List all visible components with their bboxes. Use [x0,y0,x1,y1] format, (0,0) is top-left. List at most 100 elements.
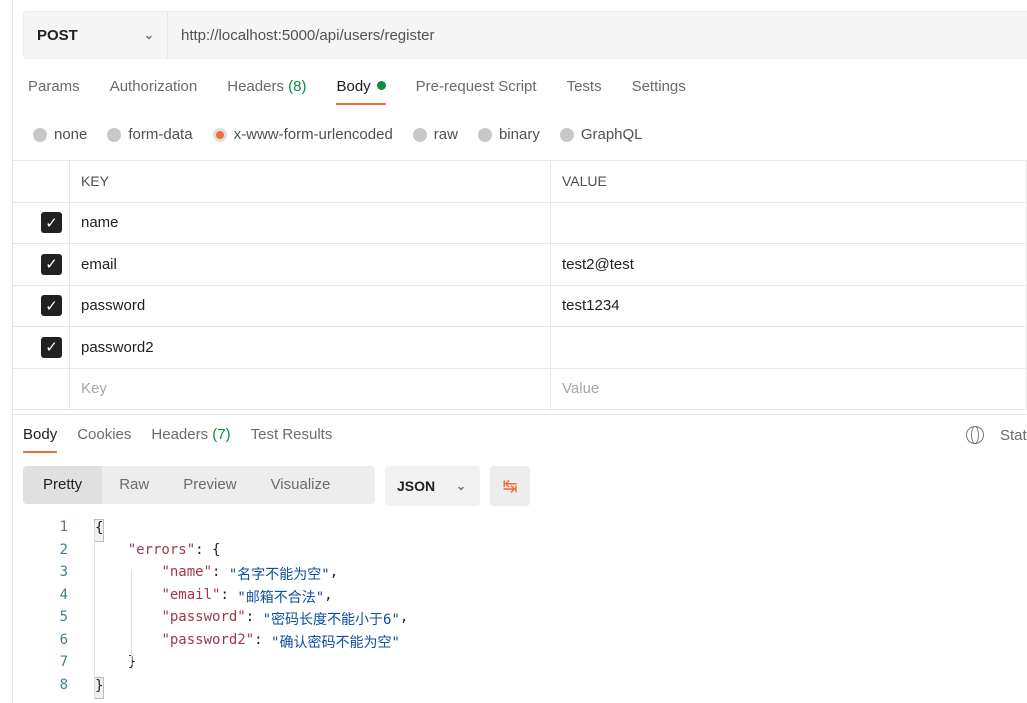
radio-label: x-www-form-urlencoded [233,126,393,143]
key-cell[interactable]: password [69,284,551,327]
line-number: 2 [59,541,68,558]
tab-label: Headers [227,78,284,95]
radio-icon [477,127,492,142]
tab-tests[interactable]: Tests [567,78,602,105]
radio-label: binary [498,126,540,143]
line-number: 6 [59,631,68,648]
radio-none[interactable]: none [33,126,87,143]
tab-body[interactable]: Body [336,78,386,105]
value-cell[interactable]: test2@test [550,243,1027,286]
response-tabs: Body Cookies Headers (7) Test Results [23,426,332,453]
header-check [12,160,70,203]
body-type-radios: none form-data x-www-form-urlencoded raw… [33,126,643,143]
url-bar: POST ⌄ http://localhost:5000/api/users/re… [23,11,1027,59]
brace: } [94,676,105,699]
table-row: ✓ name [12,201,1027,244]
radio-label: form-data [128,126,193,143]
wrap-lines-icon[interactable]: ↹ [490,466,530,506]
response-code: 1{ 2 "errors": { 3 "name": "名字不能为空", 4 "… [40,519,408,699]
view-visualize[interactable]: Visualize [254,466,348,504]
tab-test-results[interactable]: Test Results [251,426,333,453]
tab-response-headers[interactable]: Headers (7) [151,426,230,453]
line-number: 7 [59,654,68,670]
radio-icon [412,127,427,142]
radio-urlencoded[interactable]: x-www-form-urlencoded [212,126,393,143]
view-mode-toggle: Pretty Raw Preview Visualize [23,466,375,504]
json-key: "name" [161,564,213,580]
brace: { [94,519,105,542]
tab-settings[interactable]: Settings [632,78,686,105]
tab-label: Headers [151,426,209,443]
checkbox-checked-icon[interactable]: ✓ [41,253,62,275]
radio-label: none [54,126,88,143]
header-value: VALUE [550,160,1027,203]
divider [12,414,1027,415]
radio-icon [559,127,574,142]
radio-binary[interactable]: binary [477,126,540,143]
line-number: 3 [59,564,68,580]
header-key: KEY [69,160,551,203]
checkbox-checked-icon[interactable]: ✓ [41,295,62,317]
line-number: 1 [59,519,68,535]
line-number: 4 [59,586,68,603]
view-pretty[interactable]: Pretty [23,466,103,504]
key-placeholder[interactable]: Key [69,367,551,410]
tab-pre-request-script[interactable]: Pre-request Script [416,78,537,105]
tab-authorization[interactable]: Authorization [110,78,198,105]
radio-label: raw [433,126,458,143]
radio-raw[interactable]: raw [412,126,458,143]
view-raw[interactable]: Raw [102,466,166,504]
tab-cookies[interactable]: Cookies [77,426,131,453]
status-label: Stat [1000,426,1027,444]
key-cell[interactable]: email [69,243,551,286]
radio-graphql[interactable]: GraphQL [559,126,643,143]
key-cell[interactable]: name [69,201,551,244]
json-value: "邮箱不合法" [237,589,325,606]
line-number: 8 [59,676,68,693]
radio-form-data[interactable]: form-data [107,126,193,143]
value-cell[interactable]: test1234 [550,284,1027,327]
view-preview[interactable]: Preview [166,466,253,504]
json-value: "确认密码不能为空" [271,634,400,651]
indent-guide [94,523,95,699]
radio-icon [33,127,47,142]
request-tabs: Params Authorization Headers (8) Body Pr… [28,78,686,105]
json-key: "email" [161,586,221,603]
tab-params[interactable]: Params [28,78,80,105]
checkbox-checked-icon[interactable]: ✓ [41,212,62,234]
params-table: KEY VALUE ✓ name ✓ email test2@test ✓ passwor… [12,160,1027,410]
tab-response-body[interactable]: Body [23,426,58,453]
json-key: "password2" [161,631,255,648]
chevron-down-icon: ⌄ [455,479,466,493]
chevron-down-icon: ⌄ [143,28,154,42]
table-row: ✓ password2 [12,326,1027,369]
radio-icon [107,127,122,142]
url-input[interactable]: http://localhost:5000/api/users/register [168,27,434,44]
key-cell[interactable]: password2 [69,326,551,369]
headers-count: (8) [288,78,307,95]
json-value: "名字不能为空" [228,567,330,583]
body-indicator-dot [376,81,386,90]
tab-label: Body [336,78,371,95]
radio-selected-icon [212,127,227,142]
response-status: Stat [966,426,1027,444]
json-value: "密码长度不能小于6" [262,612,400,628]
radio-label: GraphQL [580,126,643,143]
line-number: 5 [59,609,68,625]
headers-count: (7) [212,426,231,443]
format-label: JSON [397,478,436,494]
indent-guide [131,569,132,665]
method-select[interactable]: POST ⌄ [24,12,168,58]
json-key: "errors" [127,541,196,558]
format-select[interactable]: JSON ⌄ [385,466,480,506]
value-placeholder[interactable]: Value [550,367,1027,410]
table-row: ✓ password test1234 [12,284,1027,327]
checkbox-checked-icon[interactable]: ✓ [41,336,62,358]
table-row-new: Key Value [12,367,1027,410]
value-cell[interactable] [550,326,1027,369]
globe-icon[interactable] [966,426,984,444]
method-label: POST [37,26,78,44]
table-row: ✓ email test2@test [12,243,1027,286]
tab-headers[interactable]: Headers (8) [227,78,306,105]
value-cell[interactable] [550,201,1027,244]
